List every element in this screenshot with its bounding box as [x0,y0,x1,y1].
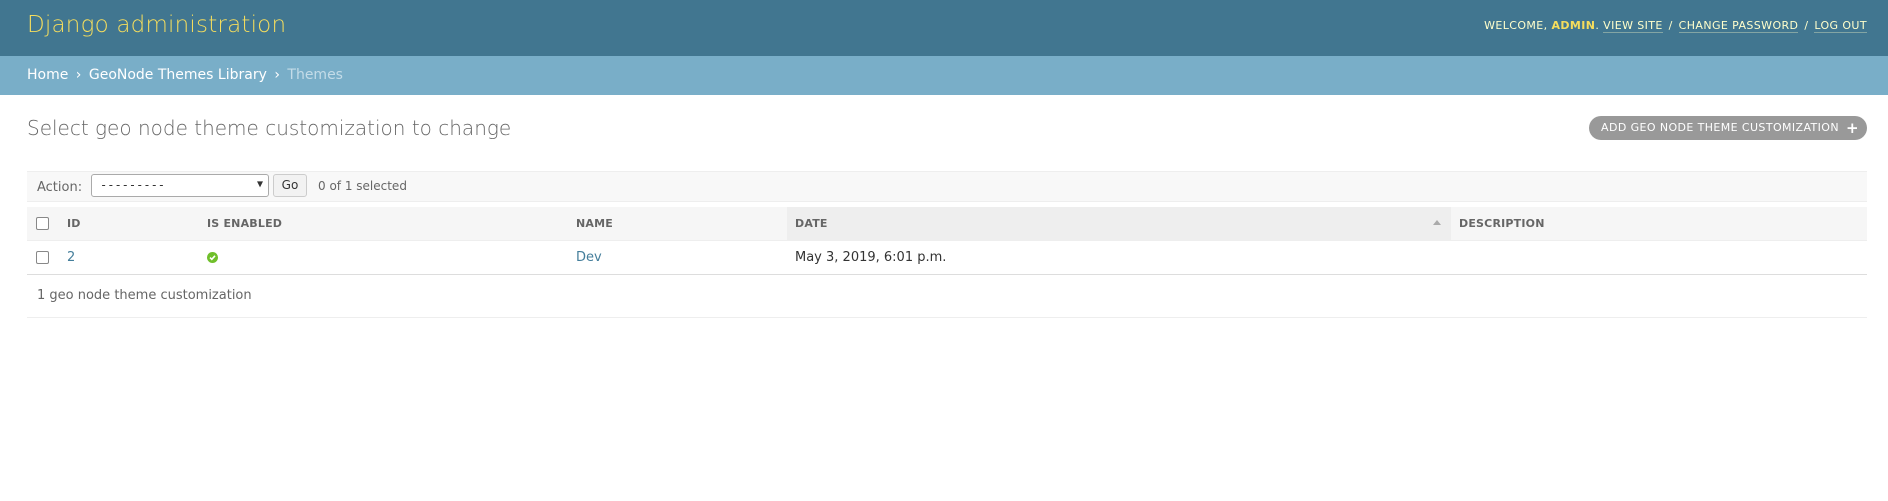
breadcrumb-current: Themes [287,67,343,83]
actions-bar: Action: --------- ▼ Go 0 of 1 selected [27,171,1867,202]
breadcrumb: Home › GeoNode Themes Library › Themes [0,56,1888,95]
action-select[interactable]: --------- ▼ [91,174,269,197]
add-theme-customization-button[interactable]: ADD GEO NODE THEME CUSTOMIZATION + [1589,116,1867,140]
selection-count: 0 of 1 selected [318,179,407,193]
user-tools: WELCOME, ADMIN. VIEW SITE / CHANGE PASSW… [1484,19,1867,33]
enabled-check-icon [207,251,218,263]
action-label: Action: [37,180,83,195]
header: Django administration WELCOME, ADMIN. VI… [0,0,1888,56]
breadcrumb-separator: › [75,67,82,83]
column-header-is-enabled[interactable]: IS ENABLED [199,207,568,241]
cell-date: May 3, 2019, 6:01 p.m. [787,240,1451,275]
breadcrumb-separator: › [274,67,280,83]
select-all-checkbox[interactable] [36,217,49,230]
separator: / [1804,19,1809,32]
welcome-label: WELCOME, [1484,19,1548,32]
row-checkbox[interactable] [36,250,49,264]
change-password-link[interactable]: CHANGE PASSWORD [1678,19,1799,33]
column-header-name[interactable]: NAME [568,207,787,241]
breadcrumb-app[interactable]: GeoNode Themes Library [89,67,267,83]
page-title: Select geo node theme customization to c… [27,116,512,140]
log-out-link[interactable]: LOG OUT [1814,19,1867,33]
breadcrumb-home[interactable]: Home [27,67,68,83]
cell-name: Dev [568,240,787,275]
add-button-label: ADD GEO NODE THEME CUSTOMIZATION [1601,121,1839,134]
dropdown-arrow-icon: ▼ [256,179,263,190]
column-header-description[interactable]: DESCRIPTION [1451,207,1867,241]
row-name-link[interactable]: Dev [576,250,602,265]
results-table: ID IS ENABLED NAME DATE DESCRIPTION 2 De… [27,207,1867,275]
username: ADMIN [1551,19,1596,32]
separator: / [1668,19,1673,32]
view-site-link[interactable]: VIEW SITE [1603,19,1663,33]
row-checkbox-cell [27,240,59,275]
row-id-link[interactable]: 2 [67,250,75,265]
cell-id: 2 [59,240,199,275]
site-name[interactable]: Django administration [27,12,286,38]
column-header-date-label: DATE [795,216,828,230]
sort-ascending-icon[interactable] [1433,220,1441,225]
column-header-date[interactable]: DATE [787,207,1451,241]
plus-icon: + [1846,119,1859,137]
select-all-column [27,207,59,241]
column-header-id[interactable]: ID [59,207,199,241]
go-button[interactable]: Go [273,174,307,197]
table-row: 2 Dev May 3, 2019, 6:01 p.m. [27,240,1867,275]
cell-description [1451,240,1867,275]
cell-is-enabled [199,240,568,275]
action-select-value: --------- [100,178,166,192]
table-header-row: ID IS ENABLED NAME DATE DESCRIPTION [27,207,1867,241]
paginator: 1 geo node theme customization [27,274,1867,318]
